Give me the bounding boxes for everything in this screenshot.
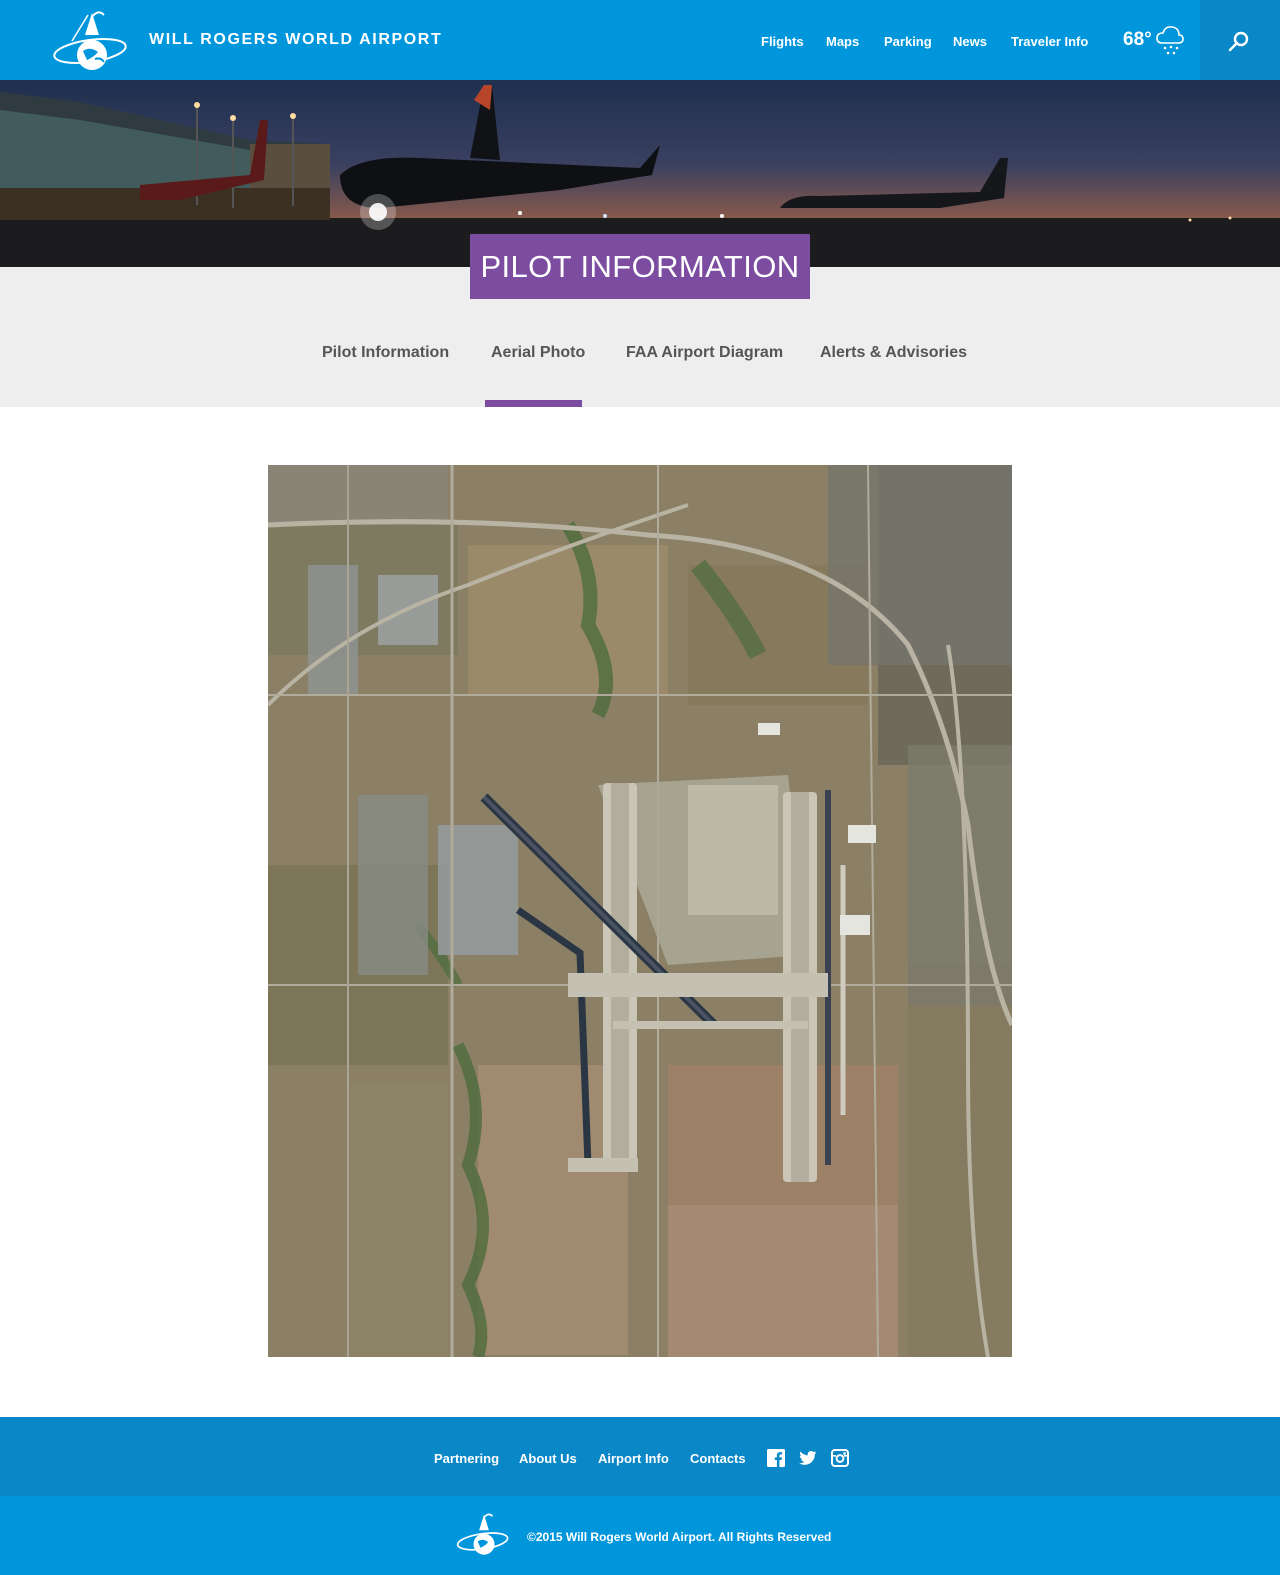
site-title[interactable]: WILL ROGERS WORLD AIRPORT	[149, 31, 442, 49]
site-header: WILL ROGERS WORLD AIRPORT Flights Maps P…	[0, 0, 1280, 80]
airport-logo[interactable]	[52, 5, 132, 73]
copyright-text: ©2015 Will Rogers World Airport. All Rig…	[527, 1530, 832, 1544]
nav-flights[interactable]: Flights	[761, 34, 804, 49]
footer-link-about-us[interactable]: About Us	[519, 1451, 577, 1466]
footer-links-bar: Partnering About Us Airport Info Contact…	[0, 1417, 1280, 1496]
page-title: PILOT INFORMATION	[470, 234, 810, 299]
active-tab-indicator	[485, 400, 582, 407]
airport-logo-footer	[456, 1508, 512, 1558]
search-icon	[1228, 31, 1249, 52]
footer-link-contacts[interactable]: Contacts	[690, 1451, 746, 1466]
tab-pilot-information[interactable]: Pilot Information	[322, 344, 449, 362]
search-button[interactable]	[1200, 0, 1280, 80]
footer-link-airport-info[interactable]: Airport Info	[598, 1451, 669, 1466]
instagram-icon[interactable]	[831, 1449, 849, 1467]
aerial-photo[interactable]	[268, 465, 1012, 1357]
facebook-icon[interactable]	[767, 1449, 785, 1467]
cloud-snow-icon	[1156, 23, 1184, 57]
nav-news[interactable]: News	[953, 34, 987, 49]
tab-faa-airport-diagram[interactable]: FAA Airport Diagram	[626, 344, 783, 362]
nav-parking[interactable]: Parking	[884, 34, 932, 49]
tab-aerial-photo[interactable]: Aerial Photo	[491, 344, 585, 362]
tab-alerts-advisories[interactable]: Alerts & Advisories	[820, 344, 967, 362]
nav-traveler-info[interactable]: Traveler Info	[1011, 34, 1088, 49]
nav-maps[interactable]: Maps	[826, 34, 859, 49]
twitter-icon[interactable]	[799, 1449, 817, 1467]
footer-bottom-bar: ©2015 Will Rogers World Airport. All Rig…	[0, 1496, 1280, 1575]
footer-link-partnering[interactable]: Partnering	[434, 1451, 499, 1466]
weather-temperature: 68°	[1123, 29, 1152, 50]
